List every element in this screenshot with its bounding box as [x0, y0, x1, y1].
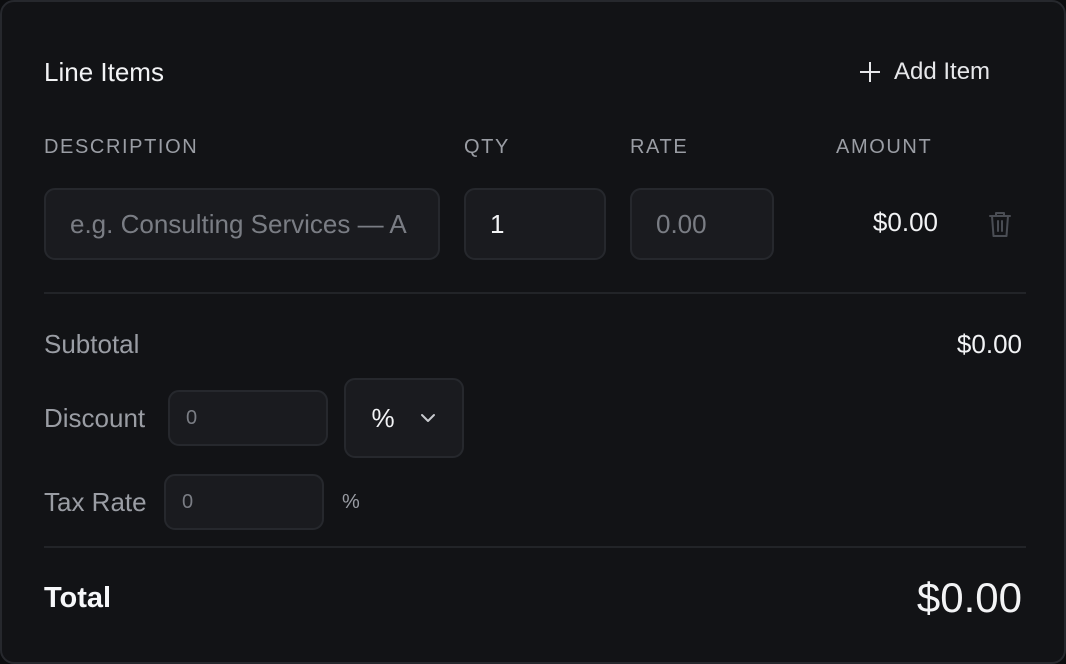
discount-type-select[interactable]: %	[344, 378, 464, 458]
divider	[44, 292, 1026, 294]
divider	[44, 546, 1026, 548]
subtotal-value: $0.00	[956, 329, 1022, 359]
discount-label: Discount	[44, 403, 146, 433]
column-header-amount: AMOUNT	[836, 136, 933, 158]
section-title: Line Items	[44, 57, 164, 87]
line-amount: $0.00	[872, 207, 938, 237]
subtotal-label: Subtotal	[44, 329, 140, 359]
tax-unit-label: %	[342, 491, 360, 513]
total-label: Total	[44, 582, 112, 614]
total-value: $0.00	[916, 574, 1022, 621]
rate-input[interactable]	[630, 188, 774, 260]
add-item-label: Add Item	[894, 58, 991, 85]
add-item-button[interactable]: Add Item	[852, 52, 1012, 92]
chevron-down-icon	[420, 414, 435, 422]
plus-icon	[860, 62, 880, 82]
tax-rate-label: Tax Rate	[44, 487, 147, 517]
tax-rate-input[interactable]	[164, 474, 324, 530]
column-header-description: DESCRIPTION	[44, 136, 199, 158]
discount-input[interactable]	[168, 390, 328, 446]
quantity-input[interactable]	[464, 188, 606, 260]
column-header-rate: RATE	[630, 136, 689, 158]
discount-type-value: %	[371, 402, 395, 433]
description-input[interactable]	[44, 188, 440, 260]
line-items-card: Line Items Add Item DESCRIPTION QTY RATE…	[0, 0, 1066, 664]
column-header-qty: QTY	[464, 136, 510, 158]
trash-icon[interactable]	[988, 210, 1012, 238]
